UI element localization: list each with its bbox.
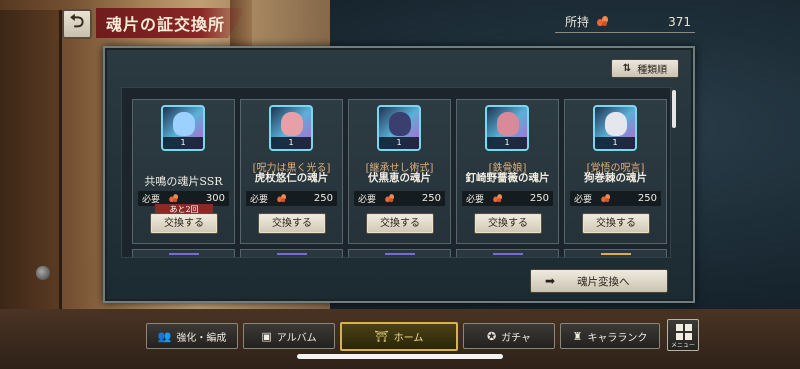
thumbnail-edge (601, 253, 631, 257)
people-icon: 👥 (157, 329, 172, 343)
item-grid[interactable]: 1 共鳴の魂片SSR 必要 300 あと2回 交換する 1 [呪力は黒く光る] … (121, 87, 671, 258)
nav-chara-rank[interactable]: ♜ キャラランク (560, 323, 660, 349)
nav-enhance[interactable]: 👥 強化・編成 (146, 323, 238, 349)
soul-fragment-icon (385, 194, 395, 203)
soul-fragment-icon (601, 194, 611, 203)
soul-fragment-icon (493, 194, 503, 203)
title-banner: 魂片の証交換所 (96, 8, 246, 38)
nav-album-label: アルバム (276, 332, 317, 344)
required-cost: 必要 250 (570, 191, 661, 206)
nav-enhance-label: 強化・編成 (176, 332, 227, 344)
sort-button[interactable]: ⇅ 種類順 (611, 59, 679, 78)
exchange-card: 1 [呪力は黒く光る] 虎杖悠仁の魂片 必要 250 交換する (240, 99, 343, 244)
owned-currency: 所持 371 (555, 11, 695, 33)
back-button[interactable]: ⮌ (62, 9, 92, 39)
nav-home[interactable]: ⛩ ホーム (340, 322, 458, 351)
thumbnail-edge (169, 253, 199, 257)
item-count: 1 (271, 137, 311, 149)
sort-label: 種類順 (637, 65, 668, 76)
soul-fragment-thumbnail[interactable]: 1 (269, 105, 313, 151)
thumbnail-edge (493, 253, 523, 257)
owned-value: 371 (668, 14, 691, 29)
exchange-button[interactable]: 交換する (150, 213, 218, 234)
exchange-card-next-row[interactable] (240, 249, 343, 257)
required-label: 必要 (358, 195, 377, 205)
exchange-button[interactable]: 交換する (474, 213, 542, 234)
card-name: 釘崎野薔薇の魂片 (465, 172, 550, 184)
wooden-door (0, 10, 62, 340)
home-icon: ⛩ (374, 330, 389, 343)
convert-label: 魂片変換へ (577, 275, 630, 288)
sort-icon: ⇅ (622, 63, 632, 74)
scrollbar-thumb[interactable] (672, 90, 676, 128)
item-count: 1 (595, 137, 635, 149)
album-icon: ▣ (261, 329, 272, 343)
nav-album[interactable]: ▣ アルバム (243, 323, 335, 349)
required-value: 250 (529, 193, 549, 204)
grid-menu-icon (676, 324, 692, 340)
card-name: 伏黒恵の魂片 (368, 172, 431, 184)
exchange-card: 1 [継承せし術式] 伏黒恵の魂片 必要 250 交換する (348, 99, 451, 244)
exchange-button[interactable]: 交換する (582, 213, 650, 234)
page-title: 魂片の証交換所 (106, 15, 226, 34)
item-count: 1 (379, 137, 419, 149)
character-portrait-icon (497, 112, 519, 136)
nav-chara-rank-label: キャラランク (587, 332, 648, 344)
required-value: 250 (421, 193, 441, 204)
thumbnail-edge (277, 253, 307, 257)
required-label: 必要 (466, 195, 485, 205)
soul-fragment-icon (597, 16, 609, 27)
menu-label: メニュー (670, 342, 695, 349)
exchange-card: 1 共鳴の魂片SSR 必要 300 あと2回 交換する (132, 99, 235, 244)
rank-icon: ♜ (572, 329, 583, 343)
thumbnail-edge (385, 253, 415, 257)
character-portrait-icon (389, 112, 411, 136)
exchange-card-next-row[interactable] (132, 249, 235, 257)
soul-fragment-icon (277, 194, 287, 203)
back-arrow-icon: ⮌ (69, 11, 85, 32)
card-name: 共鳴の魂片SSR (144, 175, 223, 188)
arrow-right-icon: ➡ (545, 274, 556, 288)
exchange-button[interactable]: 交換する (366, 213, 434, 234)
soul-fragment-thumbnail[interactable]: 1 (593, 105, 637, 151)
required-cost: 必要 250 (462, 191, 553, 206)
item-count: 1 (487, 137, 527, 149)
soul-fragment-thumbnail[interactable]: 1 (377, 105, 421, 151)
required-value: 300 (205, 193, 225, 204)
exchange-card: 1 [鉄骨娘] 釘崎野薔薇の魂片 必要 250 交換する (456, 99, 559, 244)
exchange-card-next-row[interactable] (348, 249, 451, 257)
nav-gacha-label: ガチャ (501, 332, 532, 344)
card-name: 狗巻棘の魂片 (584, 172, 647, 184)
nav-home-label: ホーム (393, 333, 424, 344)
card-name: 虎杖悠仁の魂片 (254, 172, 329, 184)
required-label: 必要 (574, 195, 593, 205)
character-portrait-icon (173, 112, 195, 136)
exchange-card-next-row[interactable] (456, 249, 559, 257)
item-count: 1 (163, 137, 203, 149)
gacha-icon: ✪ (486, 329, 497, 343)
soul-fragment-thumbnail[interactable]: 1 (161, 105, 205, 151)
required-value: 250 (637, 193, 657, 204)
required-value: 250 (313, 193, 333, 204)
door-knob (36, 266, 50, 280)
character-portrait-icon (605, 112, 627, 136)
soul-fragment-icon (169, 194, 179, 203)
exchange-button[interactable]: 交換する (258, 213, 326, 234)
required-label: 必要 (250, 195, 269, 205)
convert-button[interactable]: ➡ 魂片変換へ (530, 269, 668, 293)
required-cost: 必要 250 (354, 191, 445, 206)
exchange-card: 1 [覚悟の呪言] 狗巻棘の魂片 必要 250 交換する (564, 99, 667, 244)
character-portrait-icon (281, 112, 303, 136)
menu-button[interactable]: メニュー (667, 319, 699, 351)
exchange-card-next-row[interactable] (564, 249, 667, 257)
home-indicator[interactable] (297, 354, 503, 359)
nav-gacha[interactable]: ✪ ガチャ (463, 323, 555, 349)
soul-fragment-thumbnail[interactable]: 1 (485, 105, 529, 151)
owned-label: 所持 (565, 15, 590, 29)
required-cost: 必要 250 (246, 191, 337, 206)
